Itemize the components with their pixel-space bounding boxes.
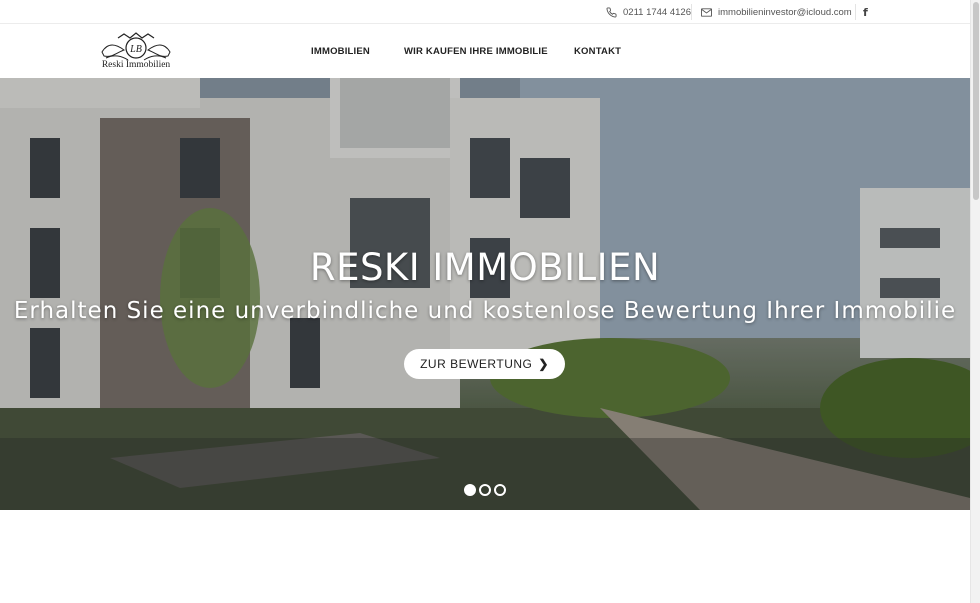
phone-icon <box>606 6 617 17</box>
site-header: LB Reski Immobilien IMMOBILIEN WIR KAUFE… <box>0 24 970 78</box>
logo-monogram: LB <box>129 44 142 55</box>
site-logo[interactable]: LB Reski Immobilien <box>96 30 176 76</box>
hero-background-image <box>0 78 970 510</box>
chevron-right-icon: ❯ <box>538 357 549 371</box>
facebook-icon[interactable]: f <box>863 0 868 24</box>
page-scrollbar[interactable] <box>970 0 980 603</box>
phone-contact[interactable]: 0211 1744 4126 <box>606 0 691 24</box>
email-contact[interactable]: immobilieninvestor@icloud.com <box>701 0 852 24</box>
nav-item-kontakt[interactable]: KONTAKT <box>574 24 621 78</box>
divider <box>855 4 856 20</box>
slide-dot-1[interactable] <box>464 484 476 496</box>
slide-dot-3[interactable] <box>494 484 506 496</box>
logo-emblem: LB <box>101 32 171 61</box>
button-label: ZUR BEWERTUNG <box>420 357 533 371</box>
phone-number: 0211 1744 4126 <box>623 6 691 18</box>
slider-dots <box>464 484 506 496</box>
zur-bewertung-button[interactable]: ZUR BEWERTUNG ❯ <box>404 349 565 379</box>
mail-icon <box>701 7 712 17</box>
scrollbar-thumb[interactable] <box>973 2 979 200</box>
email-address: immobilieninvestor@icloud.com <box>718 6 852 18</box>
divider <box>691 4 692 20</box>
hero-title: RESKI IMMOBILIEN <box>309 246 661 289</box>
nav-item-immobilien[interactable]: IMMOBILIEN <box>311 24 370 78</box>
logo-text: Reski Immobilien <box>101 60 171 70</box>
hero-subtitle: Erhalten Sie eine unverbindliche und kos… <box>13 298 957 324</box>
nav-item-wir-kaufen[interactable]: WIR KAUFEN IHRE IMMOBILIE <box>404 24 548 78</box>
slide-dot-2[interactable] <box>479 484 491 496</box>
top-contact-bar: 0211 1744 4126 immobilieninvestor@icloud… <box>0 0 970 24</box>
hero-slider: RESKI IMMOBILIEN Erhalten Sie eine unver… <box>0 78 970 510</box>
